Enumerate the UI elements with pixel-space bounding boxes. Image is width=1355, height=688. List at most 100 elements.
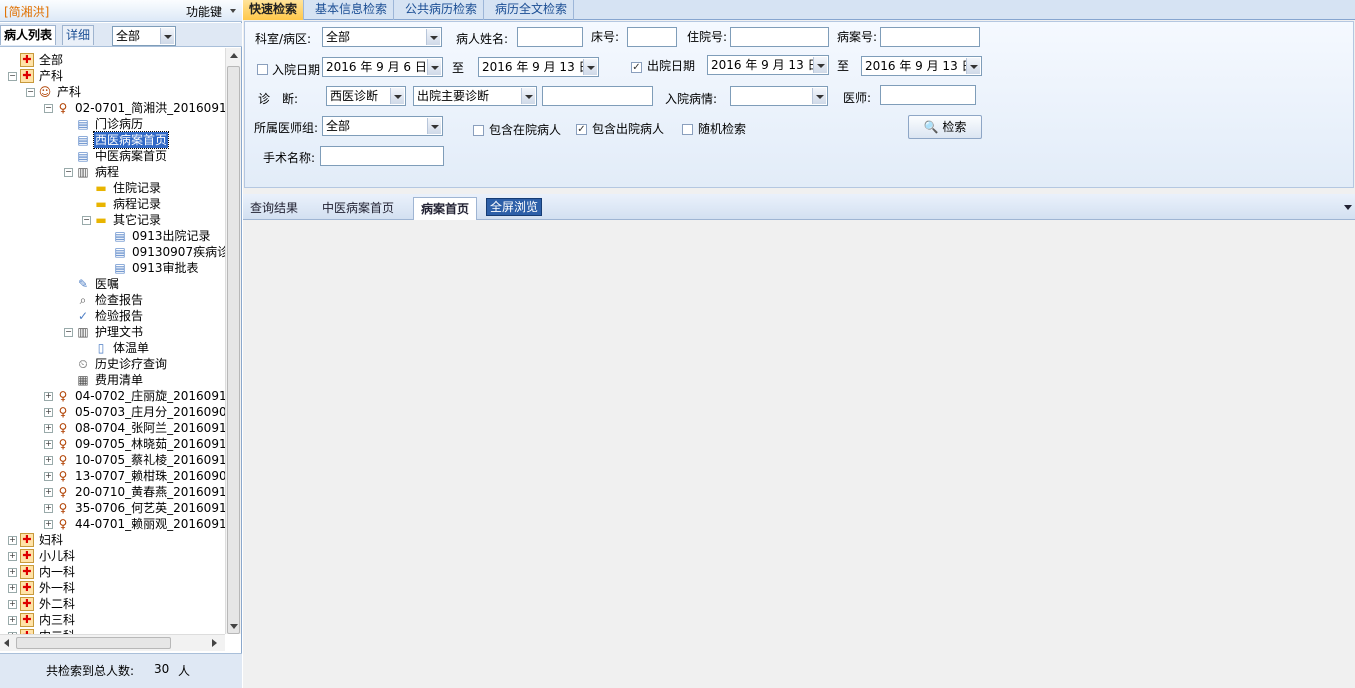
expand-icon[interactable]: + <box>8 568 17 577</box>
result-count-bar: 共检索到总人数: 30 人 <box>0 653 242 688</box>
document-icon: ▤ <box>114 261 126 275</box>
admit-date-from-picker[interactable]: 2016 年 9 月 6 日 <box>322 57 443 77</box>
expand-icon[interactable]: + <box>44 456 53 465</box>
tab-tcm-case-home[interactable]: 中医病案首页 <box>315 197 401 220</box>
expand-icon[interactable]: + <box>8 536 17 545</box>
collapse-icon[interactable]: − <box>64 168 73 177</box>
expand-icon[interactable]: + <box>44 392 53 401</box>
document-icon: ▤ <box>77 133 89 147</box>
collapse-icon[interactable]: − <box>44 104 53 113</box>
dropdown-arrow-icon[interactable] <box>390 88 404 104</box>
tab-quick-search[interactable]: 快速检索 <box>243 0 305 20</box>
patient-icon: ♀ <box>58 421 68 435</box>
case-no-input[interactable] <box>880 27 980 47</box>
bed-label: 床号: <box>591 30 620 44</box>
search-button[interactable]: 🔍 检索 <box>908 115 982 139</box>
scroll-thumb[interactable] <box>16 637 171 649</box>
scroll-down-icon[interactable] <box>230 624 238 629</box>
history-icon: ⏲ <box>78 357 88 371</box>
patient-icon: ♀ <box>58 453 68 467</box>
dropdown-arrow-icon[interactable] <box>812 88 826 104</box>
include-discharged-checkbox[interactable]: ✓ <box>576 124 587 135</box>
diagnosis-input[interactable] <box>542 86 653 106</box>
tree-node-label: 其它记录 <box>113 213 162 227</box>
admit-condition-select[interactable] <box>730 86 828 106</box>
admit-date-checkbox[interactable] <box>257 64 268 75</box>
dropdown-arrow-icon[interactable] <box>583 59 597 75</box>
scroll-up-icon[interactable] <box>230 53 238 58</box>
tree-node-label: 10-0705_蔡礼棱_20160910 <box>75 453 235 467</box>
tree-horizontal-scrollbar[interactable] <box>0 634 225 651</box>
expand-icon[interactable]: + <box>44 408 53 417</box>
dropdown-arrow-icon[interactable] <box>966 58 980 74</box>
dropdown-arrow-icon[interactable] <box>427 118 441 134</box>
expand-icon[interactable]: + <box>44 504 53 513</box>
admit-date-to-picker[interactable]: 2016 年 9 月 13 日 <box>478 57 599 77</box>
tab-basic-info-search[interactable]: 基本信息检索 <box>309 0 395 20</box>
discharge-date-to-picker[interactable]: 2016 年 9 月 13 日 <box>861 56 982 76</box>
tab-fulltext-search[interactable]: 病历全文检索 <box>489 0 575 20</box>
random-search-label: 随机检索 <box>698 122 747 136</box>
doctor-group-select[interactable]: 全部 <box>322 116 443 136</box>
collapse-icon[interactable]: − <box>82 216 91 225</box>
to-label: 至 <box>452 61 465 75</box>
discharge-date-from-picker[interactable]: 2016 年 9 月 13 日 <box>707 55 829 75</box>
function-key-menu[interactable]: 功能键 <box>186 3 222 20</box>
inpatient-no-input[interactable] <box>730 27 829 47</box>
expand-icon[interactable]: + <box>44 520 53 529</box>
scroll-left-icon[interactable] <box>4 639 9 647</box>
tab-public-record-search[interactable]: 公共病历检索 <box>399 0 485 20</box>
include-inpatient-checkbox[interactable] <box>473 125 484 136</box>
document-icon: ▤ <box>114 229 126 243</box>
surgery-name-input[interactable] <box>320 146 444 166</box>
result-tabbar: 查询结果 中医病案首页 病案首页 全屏浏览 <box>243 194 1355 220</box>
dropdown-arrow-icon[interactable] <box>427 59 441 75</box>
random-search-checkbox[interactable] <box>682 124 693 135</box>
tree-node-label: 09-0705_林晓茹_20160911 <box>75 437 235 451</box>
expand-icon[interactable]: + <box>44 424 53 433</box>
expand-icon[interactable]: + <box>44 440 53 449</box>
tab-query-result[interactable]: 查询结果 <box>243 197 305 220</box>
current-user: [简湘洪] <box>4 5 50 19</box>
order-icon: ✎ <box>77 277 89 291</box>
expand-icon[interactable]: + <box>44 488 53 497</box>
tab-list-dropdown-icon[interactable] <box>1344 205 1352 210</box>
collapse-icon[interactable]: − <box>26 88 35 97</box>
expand-icon[interactable]: + <box>8 552 17 561</box>
doctor-input[interactable] <box>880 85 976 105</box>
tab-detail[interactable]: 详细 <box>62 25 95 45</box>
expand-icon[interactable]: + <box>8 616 17 625</box>
hospital-icon: ✚ <box>20 613 34 627</box>
collapse-icon[interactable]: − <box>8 72 17 81</box>
tab-patient-list[interactable]: 病人列表 <box>0 25 57 45</box>
collapse-icon[interactable]: − <box>64 328 73 337</box>
expand-icon[interactable]: + <box>44 472 53 481</box>
chevron-down-icon[interactable] <box>230 9 236 13</box>
patient-icon: ♀ <box>58 437 68 451</box>
expand-icon[interactable]: + <box>8 584 17 593</box>
diagnosis-kind-select[interactable]: 出院主要诊断 <box>413 86 537 106</box>
dropdown-arrow-icon[interactable] <box>813 57 827 73</box>
dropdown-arrow-icon[interactable] <box>160 28 174 44</box>
tree-vertical-scrollbar[interactable] <box>225 48 241 634</box>
magnifier-icon: ⌕ <box>79 293 87 307</box>
scroll-right-icon[interactable] <box>212 639 217 647</box>
expand-icon[interactable]: + <box>8 600 17 609</box>
hospital-icon: ✚ <box>20 549 34 563</box>
scroll-thumb[interactable] <box>227 66 240 634</box>
dropdown-arrow-icon[interactable] <box>426 29 440 45</box>
dropdown-arrow-icon[interactable] <box>521 88 535 104</box>
dept-select[interactable]: 全部 <box>322 27 442 47</box>
fullscreen-button[interactable]: 全屏浏览 <box>486 198 543 216</box>
left-tabbar: 病人列表 详细 全部 <box>0 23 242 47</box>
tab-case-home[interactable]: 病案首页 <box>413 197 478 220</box>
patient-filter-select[interactable]: 全部 <box>112 26 176 46</box>
notebook-icon: ▥ <box>77 325 89 339</box>
diagnosis-type-select[interactable]: 西医诊断 <box>326 86 406 106</box>
doctor-group-label: 所属医师组: <box>254 121 319 135</box>
tree-node-label: 病程 <box>95 165 120 179</box>
bed-input[interactable] <box>627 27 677 47</box>
hospital-icon: ✚ <box>20 53 34 67</box>
discharge-date-checkbox[interactable]: ✓ <box>631 62 642 73</box>
patient-name-input[interactable] <box>517 27 583 47</box>
